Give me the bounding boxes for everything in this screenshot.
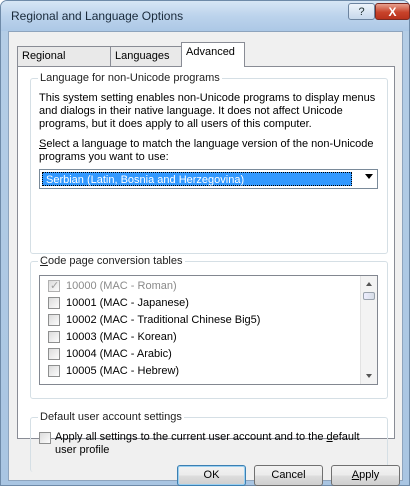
checkbox-checked-disabled: ✓ [48, 280, 60, 292]
nonunicode-description: This system setting enables non-Unicode … [39, 92, 376, 130]
codepage-group-title: Code page conversion tables [38, 255, 185, 267]
nonunicode-group: Language for non-Unicode programs This s… [30, 72, 388, 254]
codepage-group: Code page conversion tables ✓ 10000 (MAC… [30, 255, 388, 399]
dialog-window: Regional and Language Options ? X Region… [0, 0, 410, 486]
scroll-up-icon[interactable] [366, 282, 372, 286]
window-title: Regional and Language Options [11, 9, 184, 23]
ok-label: OK [203, 469, 220, 481]
list-item-label: 10000 (MAC - Roman) [66, 280, 177, 292]
default-user-group-title: Default user account settings [38, 411, 184, 423]
select-language-prompt: Select a language to match the language … [39, 138, 379, 164]
apply-default-checkbox[interactable] [39, 432, 51, 444]
tab-label: Languages [115, 50, 170, 62]
apply-default-label: Apply all settings to the current user a… [55, 431, 375, 457]
scroll-down-icon[interactable] [366, 374, 372, 378]
chevron-down-icon[interactable] [365, 174, 373, 179]
checkbox[interactable] [48, 365, 60, 377]
default-user-group: Default user account settings Apply all … [30, 411, 388, 472]
list-item-label: 10004 (MAC - Arabic) [66, 348, 172, 360]
list-item[interactable]: 10005 (MAC - Hebrew) [40, 363, 360, 380]
list-item[interactable]: 10003 (MAC - Korean) [40, 329, 360, 346]
tab-languages[interactable]: Languages [110, 46, 182, 66]
tab-regional-options[interactable]: Regional Options [17, 46, 111, 81]
list-item[interactable]: 10004 (MAC - Arabic) [40, 346, 360, 363]
codepage-title-accel: C [40, 255, 48, 267]
label-text-line2: user profile [55, 444, 110, 456]
apply-default-option[interactable]: Apply all settings to the current user a… [39, 431, 379, 459]
apply-button[interactable]: Apply [331, 465, 400, 486]
label-text-post: efault [332, 431, 360, 443]
scroll-thumb[interactable] [363, 292, 375, 300]
cancel-label: Cancel [271, 469, 306, 481]
help-icon: ? [358, 6, 365, 18]
label-text-pre: Apply all settings to the current user a… [55, 431, 327, 443]
list-item-label: 10005 (MAC - Hebrew) [66, 365, 180, 377]
checkbox[interactable] [48, 314, 60, 326]
title-bar[interactable]: Regional and Language Options ? X [1, 1, 410, 31]
apply-label: pply [359, 469, 380, 481]
nonunicode-group-title: Language for non-Unicode programs [38, 72, 222, 84]
list-item[interactable]: 10001 (MAC - Japanese) [40, 295, 360, 312]
dialog-body: Regional Options Languages Advanced Lang… [8, 31, 403, 486]
close-button[interactable]: X [375, 3, 410, 20]
language-select[interactable]: Serbian (Latin, Bosnia and Herzegovina) [39, 169, 378, 189]
checkbox[interactable] [48, 348, 60, 360]
list-scrollbar[interactable] [360, 276, 377, 384]
cancel-button[interactable]: Cancel [254, 465, 323, 486]
codepage-title-text: ode page conversion tables [47, 255, 183, 267]
ok-button[interactable]: OK [177, 465, 246, 486]
list-item: ✓ 10000 (MAC - Roman) [40, 278, 360, 295]
checkbox[interactable] [48, 297, 60, 309]
list-item-label: 10003 (MAC - Korean) [66, 331, 177, 343]
help-button[interactable]: ? [348, 3, 375, 20]
advanced-tab-panel: Language for non-Unicode programs This s… [17, 66, 395, 472]
apply-accel: A [351, 469, 360, 481]
prompt-text: elect a language to match the language v… [39, 138, 374, 163]
tab-advanced[interactable]: Advanced [181, 42, 245, 67]
checkbox[interactable] [48, 331, 60, 343]
list-item[interactable]: 10002 (MAC - Traditional Chinese Big5) [40, 312, 360, 329]
tab-label: Advanced [186, 46, 235, 58]
language-select-value: Serbian (Latin, Bosnia and Herzegovina) [42, 172, 352, 186]
codepage-list[interactable]: ✓ 10000 (MAC - Roman) 10001 (MAC - Japan… [39, 275, 378, 385]
list-item-label: 10001 (MAC - Japanese) [66, 297, 189, 309]
close-icon: X [388, 5, 397, 19]
checkmark-icon: ✓ [50, 280, 60, 292]
list-item-label: 10002 (MAC - Traditional Chinese Big5) [66, 314, 261, 326]
